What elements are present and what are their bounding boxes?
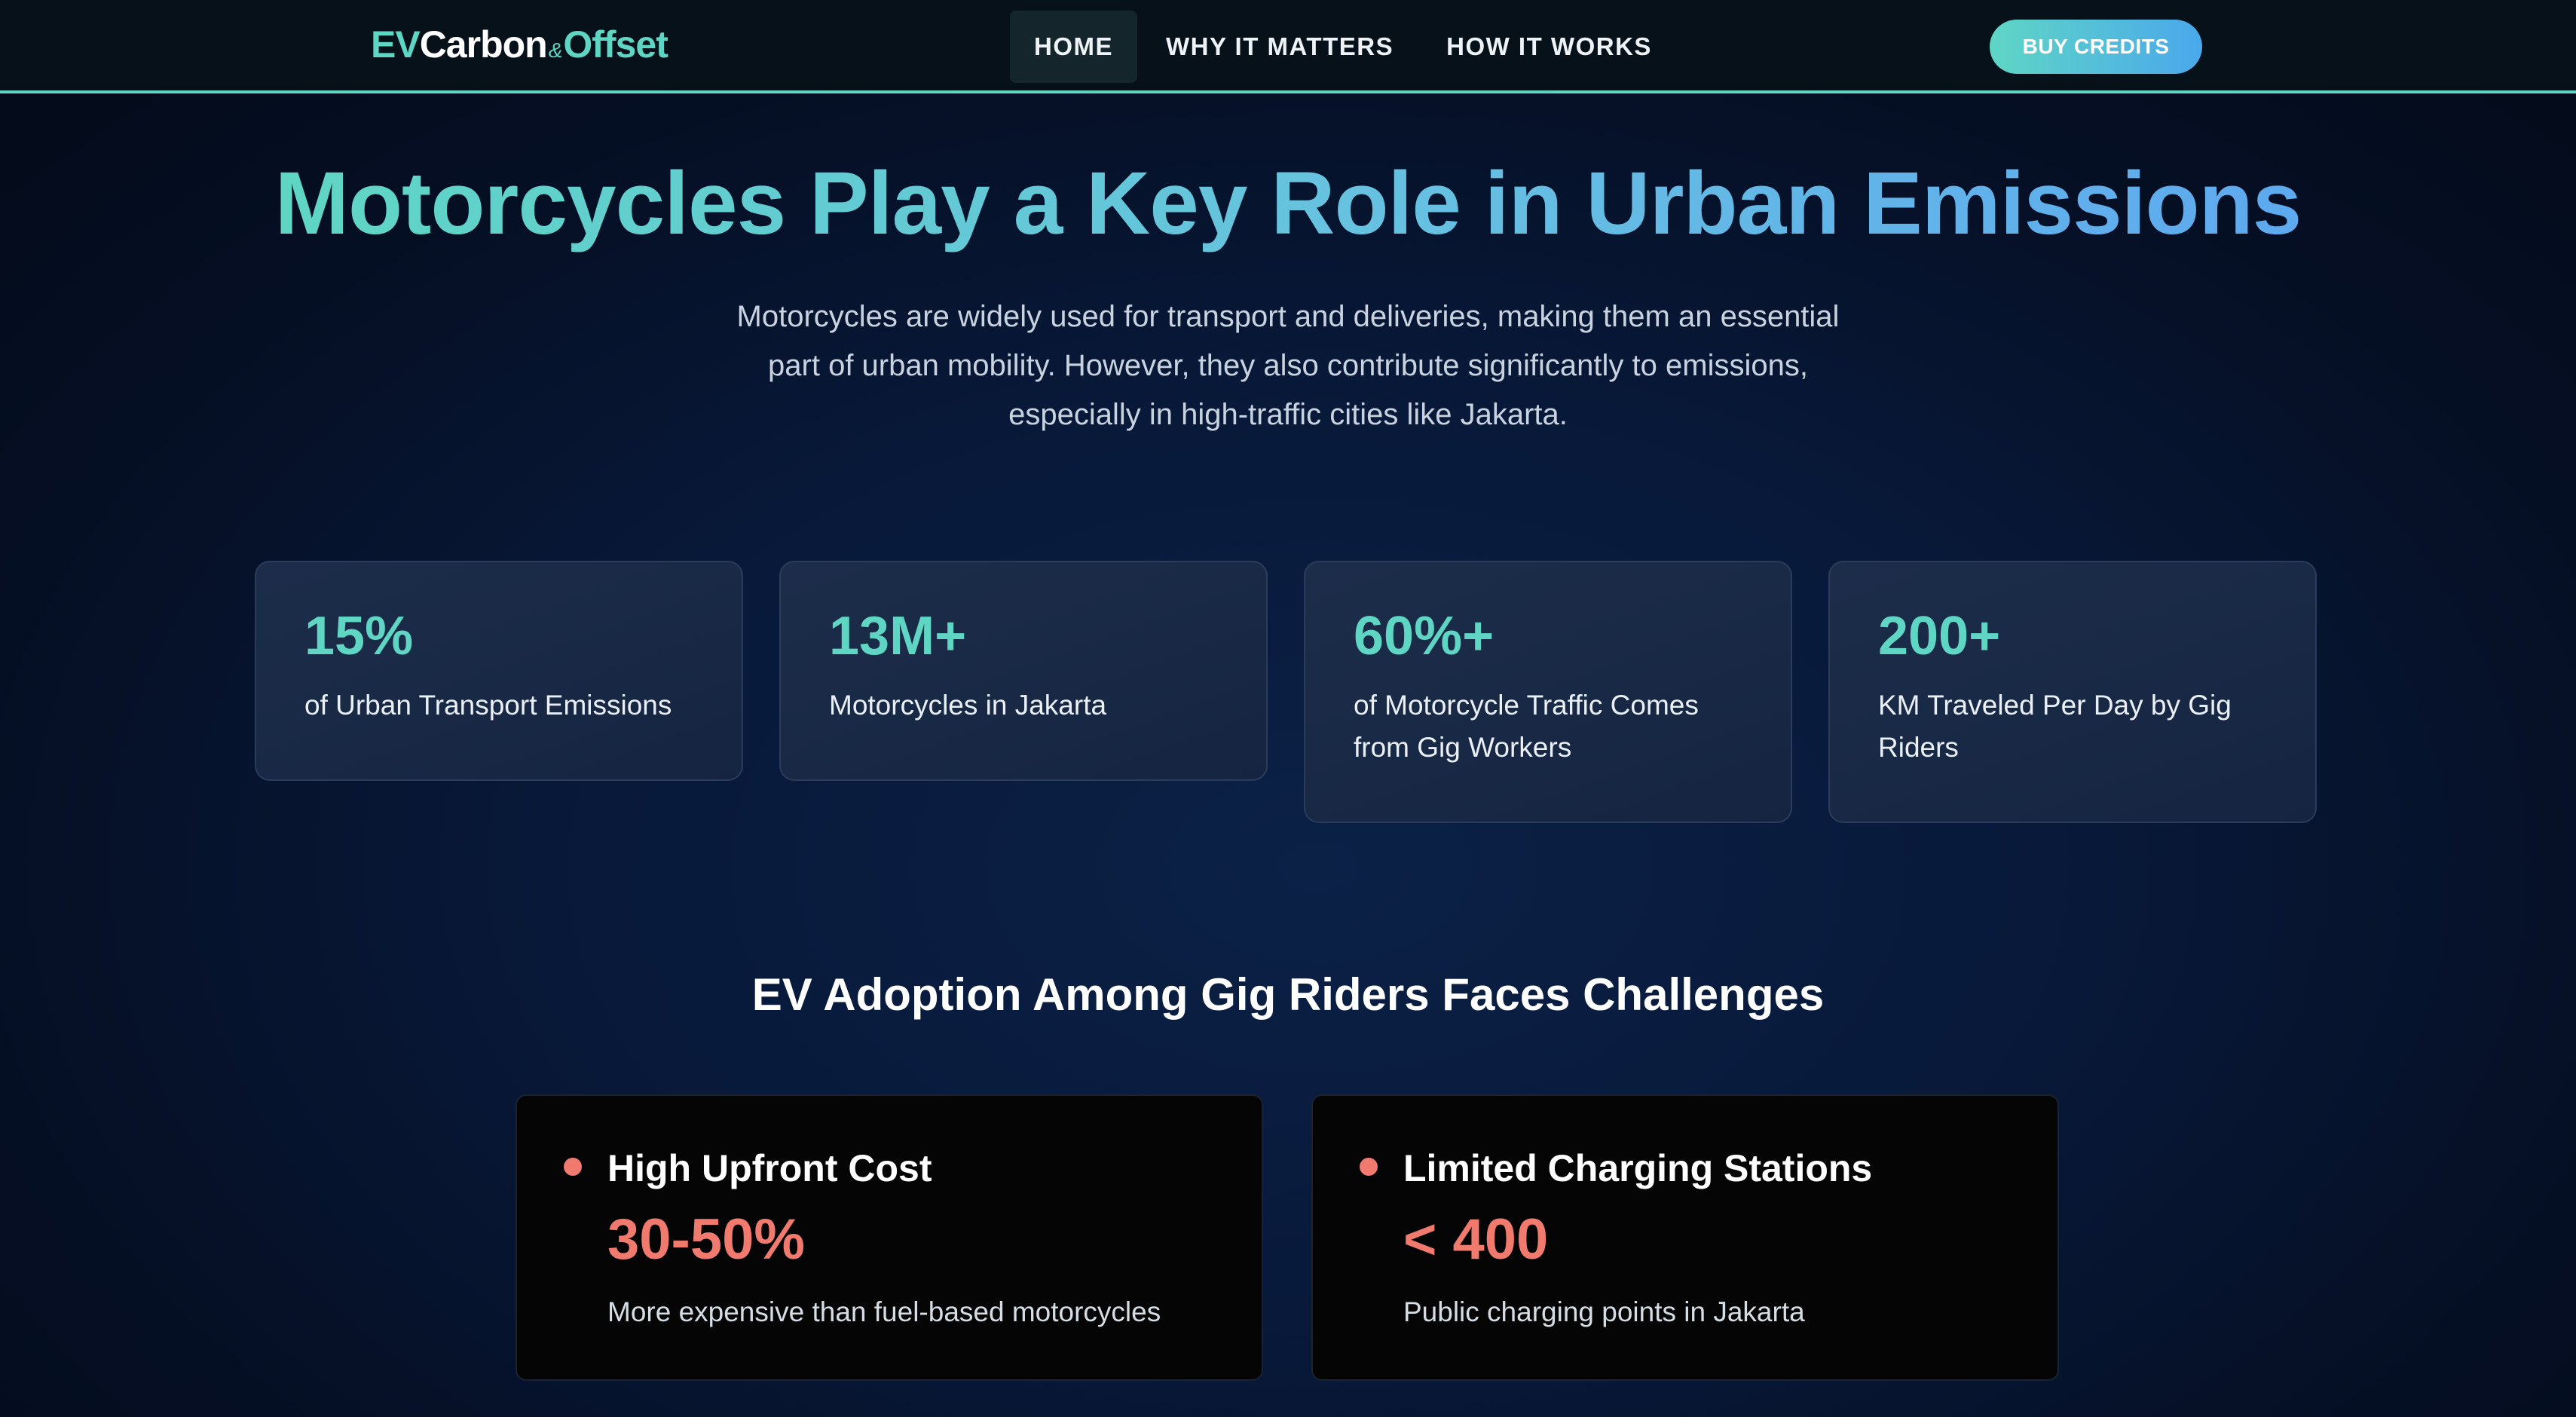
nav-link-why-it-matters[interactable]: WHY IT MATTERS — [1142, 11, 1418, 83]
challenge-value: 30-50% — [607, 1207, 805, 1272]
stat-value: 60%+ — [1354, 606, 1495, 666]
hero-subtitle: Motorcycles are widely used for transpor… — [736, 300, 1840, 431]
logo-carbon: Carbon — [419, 23, 548, 66]
hero-title-text: Motorcycles Play a Key Role in Urban Emi… — [274, 154, 2302, 253]
stat-card-km-per-day: 200+ KM Traveled Per Day by Gig Riders — [1828, 561, 2317, 823]
challenge-value: < 400 — [1403, 1207, 1549, 1272]
stat-card-gig-traffic: 60%+ of Motorcycle Traffic Comes from Gi… — [1304, 561, 1792, 823]
top-navbar: EV Carbon & Offset HOME WHY IT MATTERS H… — [0, 0, 2576, 93]
challenge-description: Public charging points in Jakarta — [1403, 1296, 1805, 1327]
stat-card-emissions: 15% of Urban Transport Emissions — [255, 561, 743, 781]
stats-grid: 15% of Urban Transport Emissions 13M+ Mo… — [255, 561, 2317, 825]
bullet-dot-icon — [1360, 1158, 1378, 1176]
stat-card-motorcycles: 13M+ Motorcycles in Jakarta — [779, 561, 1268, 781]
challenge-title: High Upfront Cost — [607, 1147, 932, 1189]
challenge-description: More expensive than fuel-based motorcycl… — [607, 1296, 1161, 1327]
stat-label: of Motorcycle Traffic Comes from Gig Wor… — [1354, 690, 1699, 763]
challenges-title: EV Adoption Among Gig Riders Faces Chall… — [751, 969, 1825, 1020]
challenge-card-cost: High Upfront Cost 30-50% More expensive … — [516, 1094, 1263, 1381]
brand-logo[interactable]: EV Carbon & Offset — [371, 23, 668, 71]
stat-value: 15% — [304, 606, 414, 666]
stat-label: of Urban Transport Emissions — [304, 690, 672, 721]
stat-value: 200+ — [1878, 606, 2001, 666]
stat-label: KM Traveled Per Day by Gig Riders — [1878, 690, 2232, 763]
challenge-title: Limited Charging Stations — [1403, 1147, 1873, 1189]
nav-link-how-it-works[interactable]: HOW IT WORKS — [1422, 11, 1676, 83]
logo-ev: EV — [371, 23, 421, 66]
stat-label: Motorcycles in Jakarta — [829, 690, 1107, 721]
nav-link-home[interactable]: HOME — [1010, 11, 1137, 83]
nav-links: HOME WHY IT MATTERS HOW IT WORKS — [1010, 11, 1681, 83]
hero-title: Motorcycles Play a Key Role in Urban Emi… — [0, 151, 2576, 256]
logo-offset: Offset — [563, 23, 668, 66]
bullet-dot-icon — [564, 1158, 582, 1176]
stat-value: 13M+ — [829, 606, 967, 666]
logo-ampersand: & — [548, 38, 563, 62]
buy-credits-button[interactable]: BUY CREDITS — [1990, 20, 2202, 74]
challenge-card-charging: Limited Charging Stations < 400 Public c… — [1311, 1094, 2059, 1381]
